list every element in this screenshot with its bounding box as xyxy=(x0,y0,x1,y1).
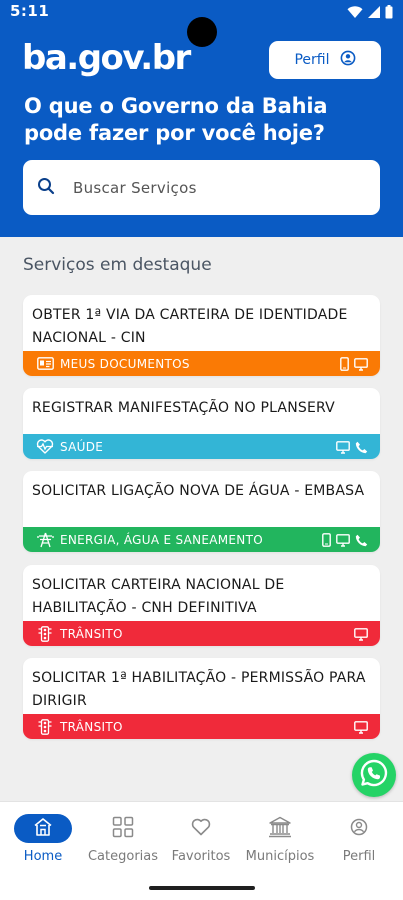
nav-label-municipios: Municípios xyxy=(245,849,315,864)
desktop-icon xyxy=(354,626,368,645)
tower-icon xyxy=(36,532,54,548)
service-category-bar: TRÂNSITO xyxy=(23,714,380,739)
service-title: SOLICITAR LIGAÇÃO NOVA DE ÁGUA - EMBASA xyxy=(32,483,365,499)
service-title: SOLICITAR 1ª HABILITAÇÃO - PERMISSÃO PAR… xyxy=(32,670,366,709)
service-category: TRÂNSITO xyxy=(60,626,123,641)
grid-icon xyxy=(112,816,134,842)
signal-icon xyxy=(367,4,381,23)
bottom-navigation: Home Categorias Favoritos Municípios Per… xyxy=(0,801,403,879)
service-card-embasa[interactable]: SOLICITAR LIGAÇÃO NOVA DE ÁGUA - EMBASA … xyxy=(23,471,380,552)
nav-icon-wrap xyxy=(251,814,309,843)
service-category-bar: ENERGIA, ÁGUA E SANEAMENTO xyxy=(23,527,380,552)
id-card-icon xyxy=(36,356,54,372)
search-box[interactable] xyxy=(23,160,380,215)
whatsapp-button[interactable] xyxy=(352,753,396,797)
nav-favoritos[interactable]: Favoritos xyxy=(161,802,241,880)
camera-cutout xyxy=(187,17,217,47)
service-category-bar: SAÚDE xyxy=(23,434,380,459)
search-input[interactable] xyxy=(73,178,353,197)
user-circle-icon xyxy=(340,50,356,70)
nav-perfil[interactable]: Perfil xyxy=(319,802,399,880)
building-icon xyxy=(268,816,292,842)
desktop-icon xyxy=(336,532,350,551)
perfil-button-label: Perfil xyxy=(294,52,330,68)
service-title: SOLICITAR CARTEIRA NACIONAL DE HABILITAÇ… xyxy=(32,577,285,616)
section-title: Serviços em destaque xyxy=(23,255,212,275)
desktop-icon xyxy=(336,439,350,458)
nav-municipios[interactable]: Municípios xyxy=(240,802,320,880)
call-icon xyxy=(355,532,368,551)
service-category-bar: MEUS DOCUMENTOS xyxy=(23,351,380,376)
nav-label-perfil: Perfil xyxy=(342,849,376,864)
service-channels xyxy=(336,439,368,458)
service-category: ENERGIA, ÁGUA E SANEAMENTO xyxy=(60,532,263,547)
nav-icon-wrap xyxy=(172,814,230,843)
nav-icon-wrap xyxy=(330,814,388,843)
nav-active-indicator xyxy=(14,814,72,843)
home-icon xyxy=(33,817,53,841)
call-icon xyxy=(355,439,368,458)
heart-icon xyxy=(191,818,211,840)
nav-home[interactable]: Home xyxy=(3,802,83,880)
service-category: SAÚDE xyxy=(60,439,104,454)
phone-icon xyxy=(340,356,349,375)
nav-icon-wrap xyxy=(94,814,152,843)
service-title: REGISTRAR MANIFESTAÇÃO NO PLANSERV xyxy=(32,400,335,416)
service-category-bar: TRÂNSITO xyxy=(23,621,380,646)
phone-icon xyxy=(322,532,331,551)
nav-label-home: Home xyxy=(23,849,63,864)
nav-label-favoritos: Favoritos xyxy=(171,849,231,864)
service-title: OBTER 1ª VIA DA CARTEIRA DE IDENTIDADE N… xyxy=(32,307,348,346)
service-category: MEUS DOCUMENTOS xyxy=(60,356,190,371)
service-card-cnh[interactable]: SOLICITAR CARTEIRA NACIONAL DE HABILITAÇ… xyxy=(23,565,380,646)
service-channels xyxy=(322,532,368,551)
service-channels xyxy=(340,356,368,375)
traffic-light-icon xyxy=(36,625,54,642)
status-icons xyxy=(347,4,393,23)
service-category: TRÂNSITO xyxy=(60,719,123,734)
header: 5:11 ba.gov.br Perfil O que o Governo da… xyxy=(0,0,403,237)
page-headline: O que o Governo da Bahia pode fazer por … xyxy=(24,94,328,145)
wifi-icon xyxy=(347,4,363,23)
status-time: 5:11 xyxy=(10,2,50,20)
user-icon xyxy=(350,818,368,840)
service-card-cin[interactable]: OBTER 1ª VIA DA CARTEIRA DE IDENTIDADE N… xyxy=(23,295,380,376)
search-icon xyxy=(37,177,55,199)
traffic-light-icon xyxy=(36,718,54,735)
service-card-permissao[interactable]: SOLICITAR 1ª HABILITAÇÃO - PERMISSÃO PAR… xyxy=(23,658,380,739)
desktop-icon xyxy=(354,719,368,738)
nav-label-categorias: Categorias xyxy=(87,849,159,864)
service-channels xyxy=(354,719,368,738)
desktop-icon xyxy=(354,356,368,375)
whatsapp-icon xyxy=(359,758,389,792)
service-channels xyxy=(354,626,368,645)
perfil-button[interactable]: Perfil xyxy=(269,41,381,79)
nav-categorias[interactable]: Categorias xyxy=(83,802,163,880)
battery-icon xyxy=(385,4,393,23)
gesture-handle[interactable] xyxy=(149,886,255,890)
app-screen: 5:11 ba.gov.br Perfil O que o Governo da… xyxy=(0,0,403,900)
heartbeat-icon xyxy=(36,439,54,455)
logo: ba.gov.br xyxy=(22,38,191,78)
service-card-planserv[interactable]: REGISTRAR MANIFESTAÇÃO NO PLANSERV SAÚDE xyxy=(23,388,380,459)
